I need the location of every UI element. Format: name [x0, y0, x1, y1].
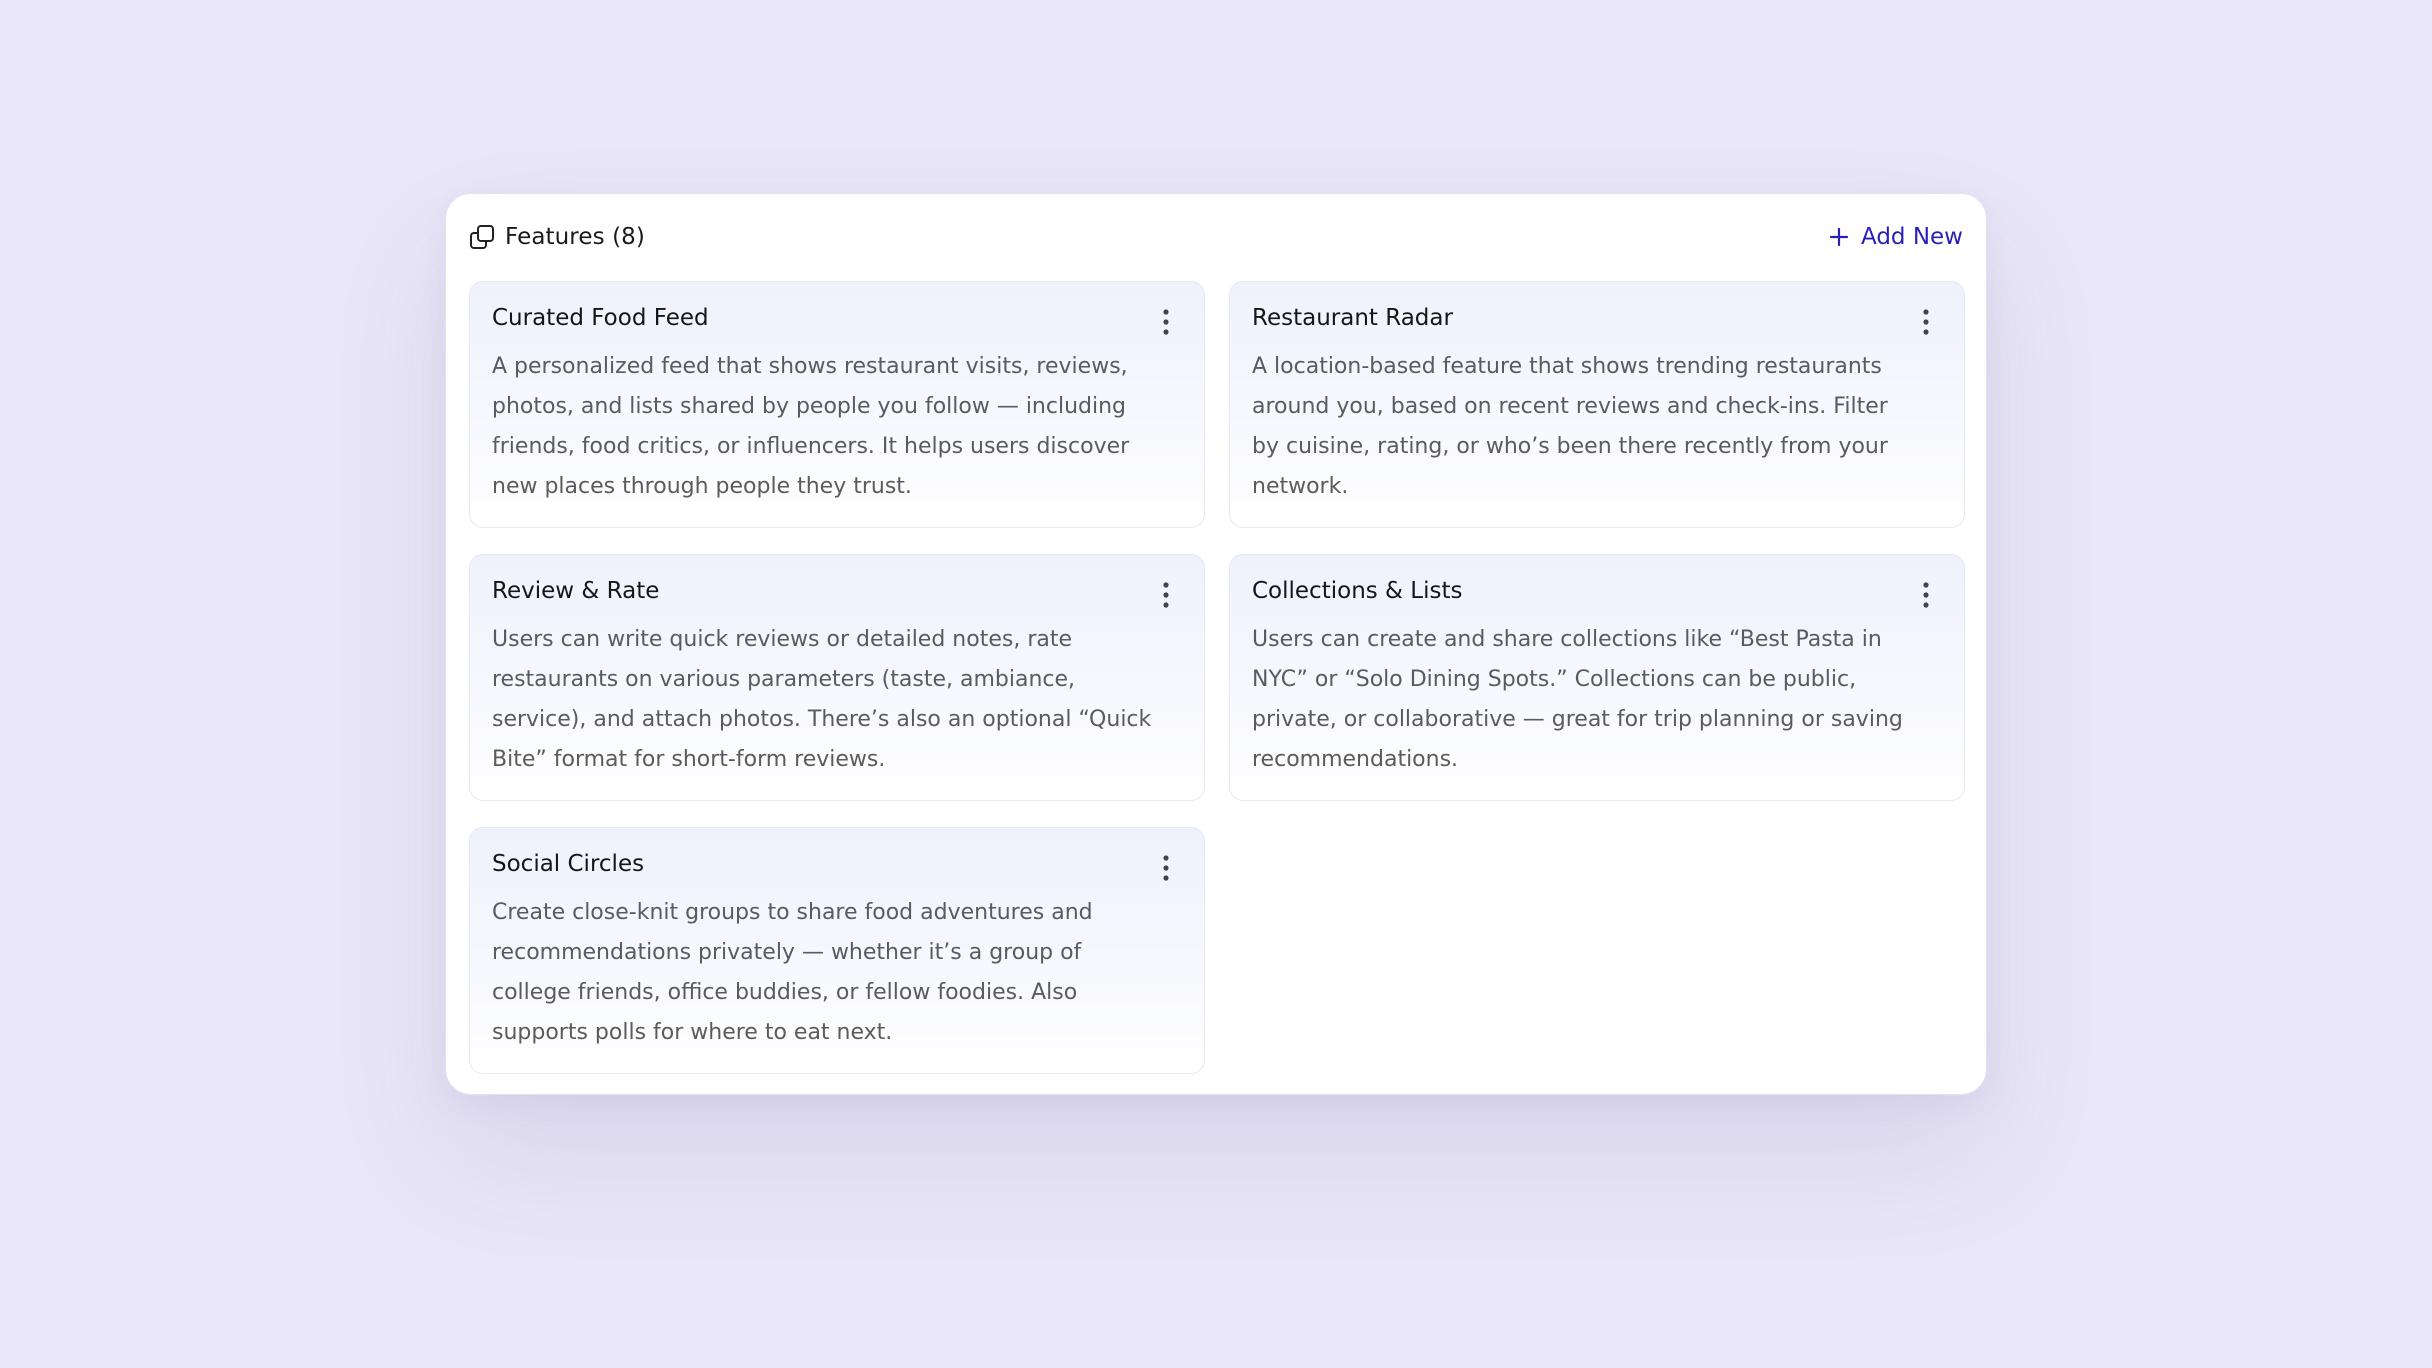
add-new-label: Add New — [1860, 224, 1963, 250]
feature-card[interactable]: Curated Food Feed A personalized feed th… — [469, 281, 1205, 528]
feature-description: A location-based feature that shows tren… — [1252, 354, 1888, 499]
more-vertical-icon[interactable] — [1914, 579, 1938, 611]
panel-title: Features (8) — [505, 224, 645, 250]
feature-description: Create close-knit groups to share food a… — [492, 900, 1093, 1045]
panel-title-group: Features (8) — [469, 224, 645, 250]
plus-icon — [1829, 227, 1849, 247]
features-panel: Features (8) Add New Curated Food Feed A… — [445, 193, 1987, 1095]
copy-icon — [469, 224, 495, 250]
add-new-button[interactable]: Add New — [1829, 224, 1963, 250]
feature-title: Review & Rate — [492, 578, 660, 604]
feature-description: Users can write quick reviews or detaile… — [492, 627, 1152, 772]
feature-card[interactable]: Collections & Lists Users can create and… — [1229, 554, 1965, 801]
feature-description: A personalized feed that shows restauran… — [492, 354, 1130, 499]
feature-title: Social Circles — [492, 851, 645, 877]
more-vertical-icon[interactable] — [1154, 852, 1178, 884]
feature-title: Restaurant Radar — [1252, 305, 1453, 331]
more-vertical-icon[interactable] — [1154, 306, 1178, 338]
feature-title: Curated Food Feed — [492, 305, 709, 331]
more-vertical-icon[interactable] — [1154, 579, 1178, 611]
feature-card[interactable]: Restaurant Radar A location-based featur… — [1229, 281, 1965, 528]
features-grid: Curated Food Feed A personalized feed th… — [469, 281, 1965, 1074]
feature-title: Collections & Lists — [1252, 578, 1463, 604]
feature-description: Users can create and share collections l… — [1252, 627, 1903, 772]
panel-header: Features (8) Add New — [469, 218, 1963, 256]
more-vertical-icon[interactable] — [1914, 306, 1938, 338]
feature-card[interactable]: Review & Rate Users can write quick revi… — [469, 554, 1205, 801]
feature-card[interactable]: Social Circles Create close-knit groups … — [469, 827, 1205, 1074]
